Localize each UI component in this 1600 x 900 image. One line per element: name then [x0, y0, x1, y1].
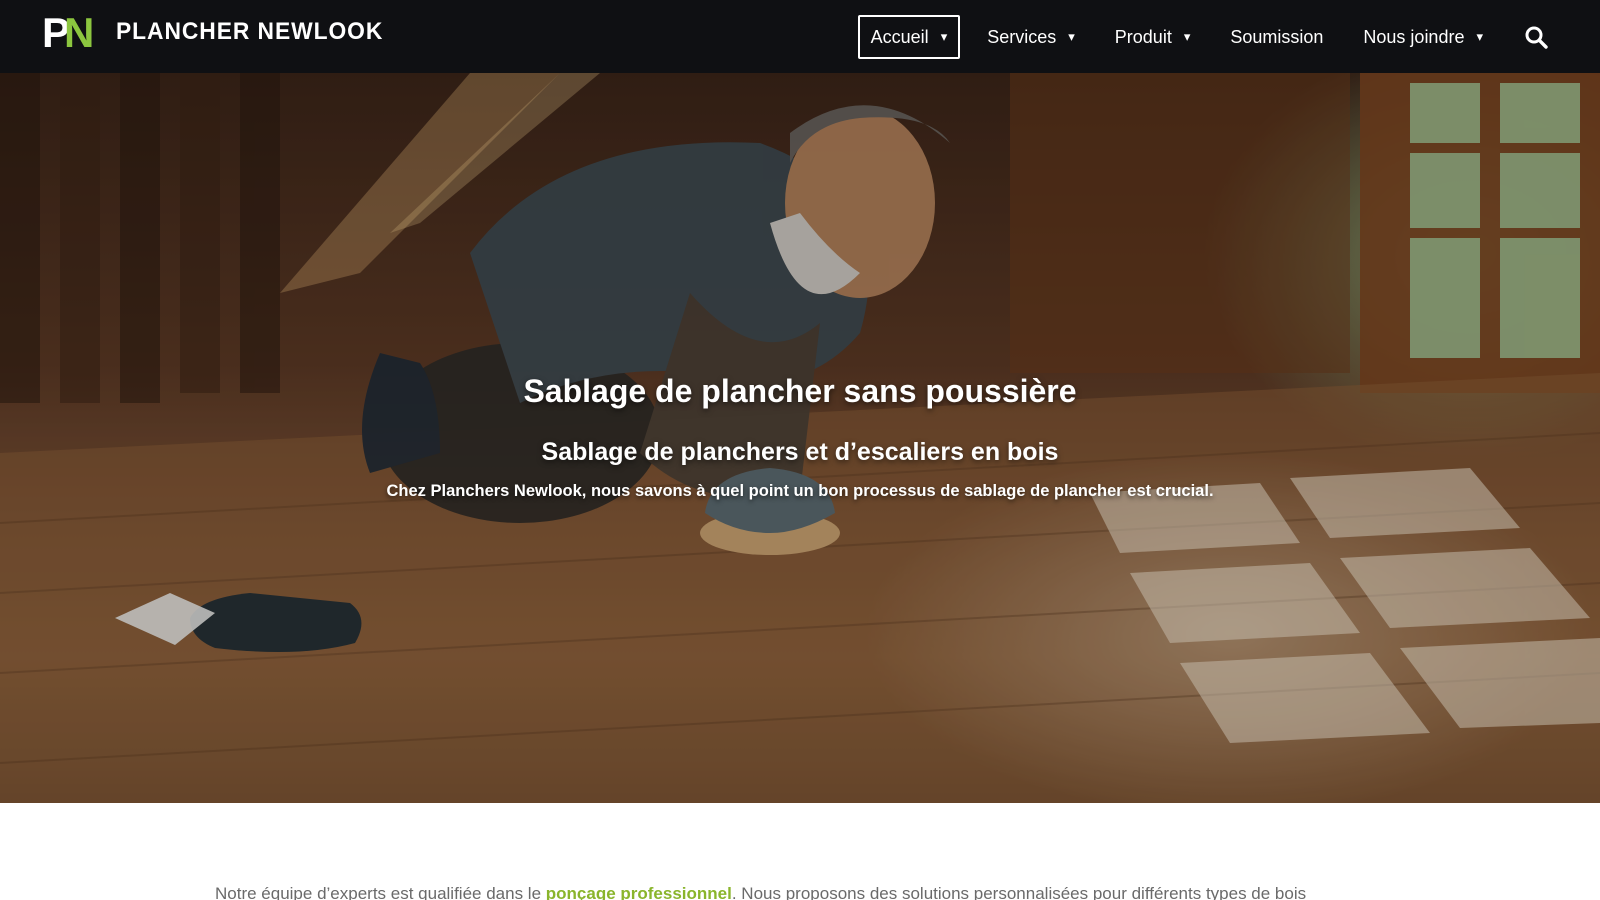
nav-item-nous-joindre[interactable]: Nous joindre ▾: [1350, 15, 1496, 59]
search-button[interactable]: [1522, 23, 1550, 51]
chevron-down-icon: ▾: [940, 29, 948, 44]
nav-item-accueil[interactable]: Accueil ▾: [857, 15, 961, 59]
nav-label: Soumission: [1230, 26, 1324, 47]
intro-text-end: . Nous proposons des solutions personnal…: [731, 884, 1307, 900]
pn-logo-icon[interactable]: P N: [42, 12, 96, 52]
nav-label: Accueil: [870, 26, 929, 47]
search-icon: [1525, 26, 1548, 49]
svg-text:N: N: [64, 12, 94, 52]
nav-label: Produit: [1114, 26, 1172, 47]
professional-sanding-link[interactable]: ponçage professionnel: [546, 884, 732, 900]
chevron-down-icon: ▾: [1068, 29, 1075, 44]
hero-subtitle: Sablage de planchers et d’escaliers en b…: [541, 438, 1059, 466]
hero-tagline: Chez Planchers Newlook, nous savons à qu…: [386, 482, 1214, 500]
nav-item-services[interactable]: Services ▾: [974, 15, 1088, 59]
chevron-down-icon: ▾: [1476, 29, 1483, 44]
hero-title: Sablage de plancher sans poussière: [523, 373, 1077, 409]
nav-label: Services: [987, 26, 1057, 47]
chevron-down-icon: ▾: [1183, 29, 1191, 44]
intro-text-start: Notre équipe d’experts est qualifiée dan…: [215, 884, 546, 900]
hero-banner: Sablage de plancher sans poussière Sabla…: [0, 73, 1600, 803]
brand-name[interactable]: PLANCHER NEWLOOK: [116, 18, 383, 46]
brand[interactable]: P N PLANCHER NEWLOOK: [42, 12, 397, 52]
nav-item-soumission[interactable]: Soumission: [1217, 15, 1336, 59]
main-nav: Accueil ▾ Services ▾ Produit ▾ Soumissio…: [844, 15, 1550, 59]
hero-text: Sablage de plancher sans poussière Sabla…: [0, 73, 1600, 803]
nav-label: Nous joindre: [1363, 26, 1465, 47]
nav-item-produit[interactable]: Produit ▾: [1102, 15, 1204, 59]
site-header: P N PLANCHER NEWLOOK Accueil ▾ Services …: [0, 0, 1600, 73]
intro-paragraph: Notre équipe d’experts est qualifiée dan…: [215, 884, 1415, 900]
